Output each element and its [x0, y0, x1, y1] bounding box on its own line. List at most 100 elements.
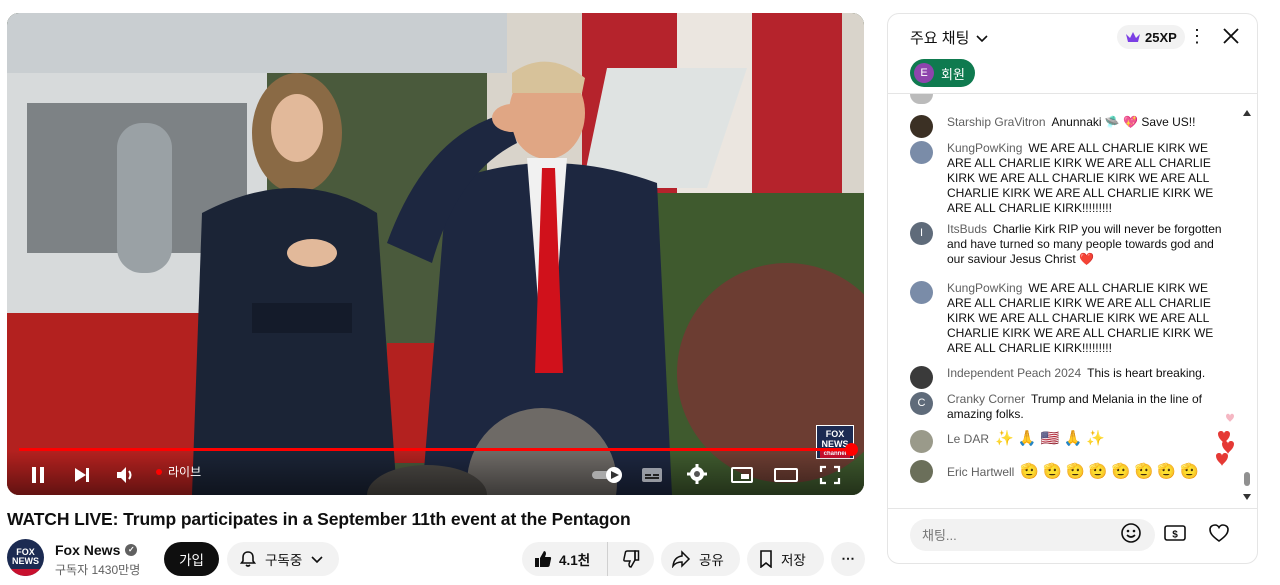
like-dislike-group: 4.1천	[522, 542, 654, 576]
chat-message[interactable]: C Cranky Corner Trump and Melania in the …	[910, 392, 1230, 422]
emoji-icon	[1121, 523, 1141, 543]
join-button[interactable]: 가입	[164, 542, 219, 576]
chat-avatar: C	[910, 392, 933, 415]
chat-title: 주요 채팅	[910, 30, 970, 47]
member-avatar: E	[914, 63, 934, 83]
video-frame[interactable]	[7, 13, 864, 495]
chat-author[interactable]: Le DAR	[947, 432, 989, 446]
verified-check-icon: ✓	[125, 544, 138, 556]
svg-text:$: $	[1172, 530, 1178, 541]
bell-icon	[239, 551, 257, 567]
chat-mode-dropdown[interactable]: 주요 채팅	[910, 27, 989, 48]
fox-logo-text: FOX NEWS	[821, 429, 849, 449]
chat-avatar	[910, 460, 933, 483]
chat-more-button[interactable]: ⋮	[1188, 26, 1206, 46]
chat-message[interactable]: Eric Hartwell 🫡 🫡 🫡 🫡 🫡 🫡 🫡 🫡	[910, 460, 1200, 484]
video-player[interactable]: FOX NEWS channel 라이브	[7, 13, 864, 495]
fullscreen-button[interactable]	[819, 465, 841, 485]
chevron-down-icon	[311, 556, 323, 564]
chat-avatar	[910, 141, 933, 164]
next-icon	[75, 468, 89, 482]
chat-message[interactable]: I ItsBuds Charlie Kirk RIP you will never…	[910, 222, 1230, 267]
dislike-button[interactable]	[608, 542, 654, 576]
more-actions-button[interactable]: ⋯	[831, 542, 865, 576]
pause-button[interactable]	[29, 465, 47, 485]
chat-text: Charlie Kirk RIP you will never be forgo…	[947, 222, 1222, 266]
settings-button[interactable]	[686, 463, 708, 485]
super-chat-button[interactable]: $	[1163, 522, 1187, 549]
chat-author[interactable]: KungPowKing	[947, 141, 1022, 155]
chat-item-partial	[910, 94, 933, 104]
channel-avatar-stripe	[7, 569, 44, 576]
chat-message[interactable]: Starship GraVitron Anunnaki 🛸 💖 Save US!!	[910, 115, 1230, 138]
channel-avatar[interactable]: FOX NEWS	[7, 539, 44, 576]
chat-message[interactable]: KungPowKing WE ARE ALL CHARLIE KIRK WE AR…	[910, 281, 1230, 356]
chat-avatar-initial: C	[917, 397, 926, 409]
theater-mode-button[interactable]	[773, 465, 799, 485]
channel-name[interactable]: Fox News	[55, 542, 120, 558]
channel-name-row[interactable]: Fox News ✓	[55, 542, 138, 558]
chat-message-list[interactable]: Starship GraVitron Anunnaki 🛸 💖 Save US!!…	[888, 94, 1257, 510]
progress-bar[interactable]	[19, 443, 858, 456]
chat-header: 주요 채팅 25XP ⋮ E 회원	[888, 14, 1257, 94]
thumbs-down-icon	[623, 550, 640, 568]
chat-message[interactable]: KungPowKing WE ARE ALL CHARLIE KIRK WE AR…	[910, 141, 1230, 216]
scroll-down-icon[interactable]	[1243, 494, 1251, 500]
share-button[interactable]: 공유	[661, 542, 740, 576]
heart-icon	[1209, 524, 1229, 542]
chat-avatar-initial: I	[919, 227, 924, 239]
like-button[interactable]: 4.1천	[522, 542, 608, 576]
volume-button[interactable]	[115, 465, 137, 485]
chat-author[interactable]: Starship GraVitron	[947, 115, 1046, 129]
chevron-down-icon	[976, 34, 988, 42]
chat-avatar	[910, 281, 933, 304]
chat-scrollbar[interactable]	[1243, 110, 1251, 500]
fullscreen-icon	[819, 465, 841, 485]
theater-icon	[774, 468, 798, 482]
page: FOX NEWS channel 라이브	[0, 0, 1280, 585]
member-filter-label: 회원	[941, 66, 965, 82]
bookmark-icon	[760, 550, 772, 568]
chat-message[interactable]: Le DAR ✨ 🙏 🇺🇸 🙏 ✨	[910, 430, 1230, 453]
close-icon	[1223, 28, 1239, 44]
chat-author[interactable]: Independent Peach 2024	[947, 366, 1081, 380]
video-title: WATCH LIVE: Trump participates in a Sept…	[7, 509, 631, 529]
chat-text: ✨ 🙏 🇺🇸 🙏 ✨	[995, 430, 1106, 447]
member-chat-filter[interactable]: E 회원	[910, 59, 975, 87]
chat-author[interactable]: ItsBuds	[947, 222, 987, 236]
chat-avatar	[910, 366, 933, 389]
chat-text: 🫡 🫡 🫡 🫡 🫡 🫡 🫡 🫡	[1020, 463, 1199, 480]
autoplay-toggle-icon	[592, 467, 622, 483]
chat-message[interactable]: Independent Peach 2024 This is heart brea…	[910, 366, 1230, 389]
chat-text: This is heart breaking.	[1087, 366, 1206, 380]
emoji-button[interactable]	[1120, 522, 1142, 549]
scrubber-knob[interactable]	[845, 443, 858, 456]
subscriber-count: 구독자 1430만명	[55, 563, 141, 577]
live-label: 라이브	[168, 465, 202, 479]
reaction-button[interactable]	[1208, 522, 1230, 549]
chat-input[interactable]	[910, 519, 1155, 551]
chat-author[interactable]: Cranky Corner	[947, 392, 1025, 406]
subscribed-button[interactable]: 구독중	[227, 542, 339, 576]
autoplay-toggle[interactable]	[590, 465, 626, 485]
chat-footer: $	[888, 508, 1257, 563]
crown-icon	[1126, 32, 1140, 42]
dollar-icon: $	[1164, 525, 1186, 541]
scroll-up-icon[interactable]	[1243, 110, 1251, 116]
chat-avatar	[910, 430, 933, 453]
scroll-thumb[interactable]	[1244, 472, 1250, 486]
next-button[interactable]	[72, 465, 92, 485]
subtitles-button[interactable]	[641, 465, 663, 485]
save-button[interactable]: 저장	[747, 542, 824, 576]
live-chat-panel: 주요 채팅 25XP ⋮ E 회원 Starship GraVitron Anun…	[887, 13, 1258, 564]
chat-close-button[interactable]	[1222, 27, 1240, 50]
chat-author[interactable]: Eric Hartwell	[947, 465, 1014, 479]
xp-value: 25XP	[1145, 29, 1177, 45]
chat-author[interactable]: KungPowKing	[947, 281, 1022, 295]
kebab-icon: ⋮	[1188, 26, 1206, 46]
miniplayer-button[interactable]	[730, 465, 754, 485]
chat-avatar: I	[910, 222, 933, 245]
chat-text: Anunnaki 🛸 💖 Save US!!	[1051, 115, 1196, 129]
xp-badge[interactable]: 25XP	[1117, 25, 1185, 49]
live-indicator[interactable]: 라이브	[156, 463, 201, 480]
